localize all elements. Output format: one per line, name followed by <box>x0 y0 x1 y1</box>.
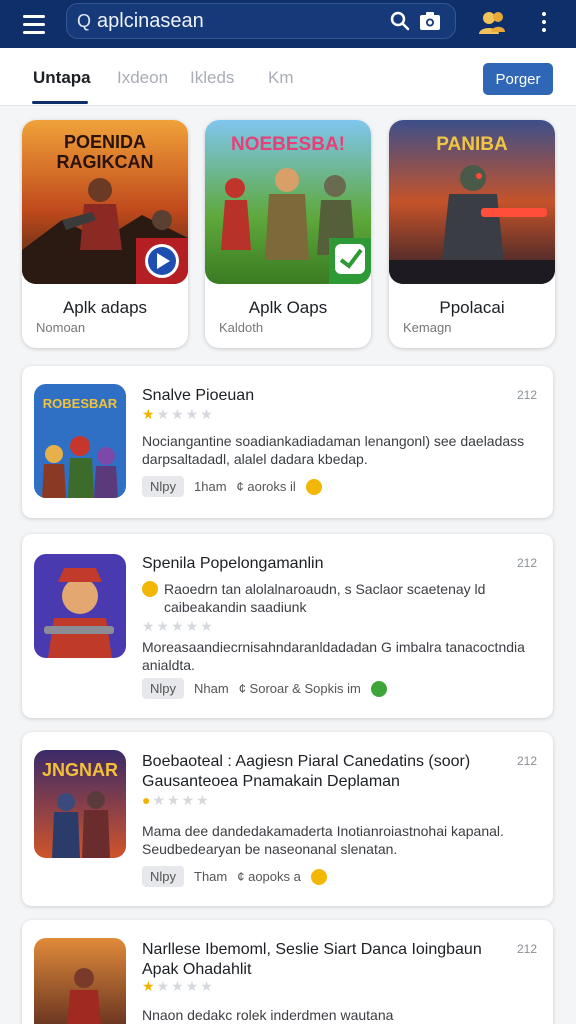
featured-title-2: Aplk Oaps <box>248 298 328 317</box>
featured-art-2: NOEBESBA! <box>205 120 371 284</box>
search-prefix-icon: Q <box>77 10 92 31</box>
app-name: Boebaoteal : Aagiesn Piaral Canedatins (… <box>142 753 471 790</box>
app-count: 212 <box>516 388 537 402</box>
app-name: Spenila Popelongamanlin <box>142 555 324 572</box>
app-thumbnail-3: JNGNAR <box>34 750 126 858</box>
app-description: Mama dee dandedakamaderta Inotianroiastn… <box>142 823 504 857</box>
featured-art-text-2: NOEBESBA! <box>230 134 345 155</box>
star-rating: ●★★★★ <box>142 792 211 808</box>
featured-art-1: POENIDA RAGIKCAN <box>22 120 188 284</box>
app-meta: Nlpy Nham ¢ Soroar & Sopkis im <box>142 678 387 699</box>
app-meta-text: Nham <box>194 681 229 696</box>
tab-untapa[interactable]: Untapa <box>33 68 91 88</box>
app-tag-chip[interactable]: Nlpy <box>142 866 185 887</box>
tab-ikleds[interactable]: Ikleds <box>190 68 234 88</box>
app-meta-text-2: ¢ Soroar & Sopkis im <box>238 681 361 696</box>
app-list-item-2[interactable]: Spenila Popelongamanlin 212 Raoedrn tan … <box>22 534 553 718</box>
app-thumbnail-2 <box>34 554 126 658</box>
search-input[interactable]: aplcinasean <box>97 10 385 33</box>
featured-art-3: PANIBA <box>389 120 555 284</box>
app-list-item-1[interactable]: ROBESBAR Snalve Pioeuan 212 ★★★★★ Nocian… <box>22 366 553 518</box>
app-description: Nociangantine soadiankadiadaman lenangon… <box>142 433 525 467</box>
app-name: Narllese Ibemoml, Seslie Siart Danca Ioi… <box>142 941 482 978</box>
featured-card-2[interactable]: NOEBESBA! Aplk Oaps Kaldoth <box>205 120 371 348</box>
app-name: Snalve Pioeuan <box>142 387 255 404</box>
featured-art-text-3: PANIBA <box>436 134 508 155</box>
app-meta: Nlpy Tham ¢ aopoks a <box>142 866 327 887</box>
featured-card-1[interactable]: POENIDA RAGIKCAN Aplk adaps Nomoan <box>22 120 188 348</box>
star-rating: ★★★★★ <box>142 406 215 422</box>
featured-sub-1: Nomoan <box>36 320 86 335</box>
tab-km[interactable]: Km <box>268 68 294 88</box>
app-subtitle: Raoedrn tan alolalnaroaudn, s Saclaor sc… <box>142 580 542 616</box>
search-icon[interactable] <box>385 6 415 36</box>
emoji-icon <box>142 581 158 597</box>
app-description: Nnaon dedakc rolek inderdmen wautana <box>142 1007 394 1023</box>
app-meta: Nlpy 1ham ¢ aoroks il <box>142 476 322 497</box>
star-rating: ★★★★★ <box>142 978 215 994</box>
app-thumbnail-1: ROBESBAR <box>34 384 126 498</box>
app-thumbnail-4 <box>34 938 126 1024</box>
search-bar[interactable]: Q aplcinasean <box>66 3 456 39</box>
featured-title-1: Aplk adaps <box>62 298 148 317</box>
app-description: Moreasaandiecrnisahndaranldadadan G imba… <box>142 639 525 673</box>
star-rating: ★★★★★ <box>142 618 215 634</box>
app-meta-text-2: ¢ aopoks a <box>237 869 301 884</box>
app-meta-text-2: ¢ aoroks il <box>236 479 296 494</box>
app-list-item-3[interactable]: JNGNAR Boebaoteal : Aagiesn Piaral Caned… <box>22 732 553 906</box>
tab-ixdeon[interactable]: Ixdeon <box>117 68 168 88</box>
app-count: 212 <box>516 942 537 956</box>
featured-art-text-1: POENIDA RAGIKCAN <box>56 132 154 172</box>
active-tab-indicator <box>32 101 88 104</box>
more-options-icon[interactable] <box>532 8 556 36</box>
badge-icon <box>310 868 327 885</box>
featured-title-3: Ppolacai <box>439 298 505 317</box>
app-meta-text: Tham <box>194 869 228 884</box>
app-count: 212 <box>516 754 537 768</box>
badge-icon <box>305 478 322 495</box>
badge-icon <box>370 680 387 697</box>
app-count: 212 <box>516 556 537 570</box>
porger-button[interactable]: Porger <box>483 63 553 95</box>
app-thumbnail-text-1: ROBESBAR <box>42 396 118 411</box>
app-meta-text: 1ham <box>194 479 227 494</box>
featured-sub-3: Kemagn <box>403 320 452 335</box>
account-avatar-icon[interactable] <box>478 8 506 36</box>
featured-sub-2: Kaldoth <box>219 320 264 335</box>
app-list-item-4[interactable]: Narllese Ibemoml, Seslie Siart Danca Ioi… <box>22 920 553 1024</box>
camera-icon[interactable] <box>415 6 445 36</box>
app-subtitle-text: Raoedrn tan alolalnaroaudn, s Saclaor sc… <box>164 581 486 615</box>
app-tag-chip[interactable]: Nlpy <box>142 476 185 497</box>
featured-card-3[interactable]: PANIBA Ppolacai Kemagn <box>389 120 555 348</box>
app-tag-chip[interactable]: Nlpy <box>142 678 185 699</box>
hamburger-menu-icon[interactable] <box>10 0 58 48</box>
app-thumbnail-text-3: JNGNAR <box>41 760 118 780</box>
